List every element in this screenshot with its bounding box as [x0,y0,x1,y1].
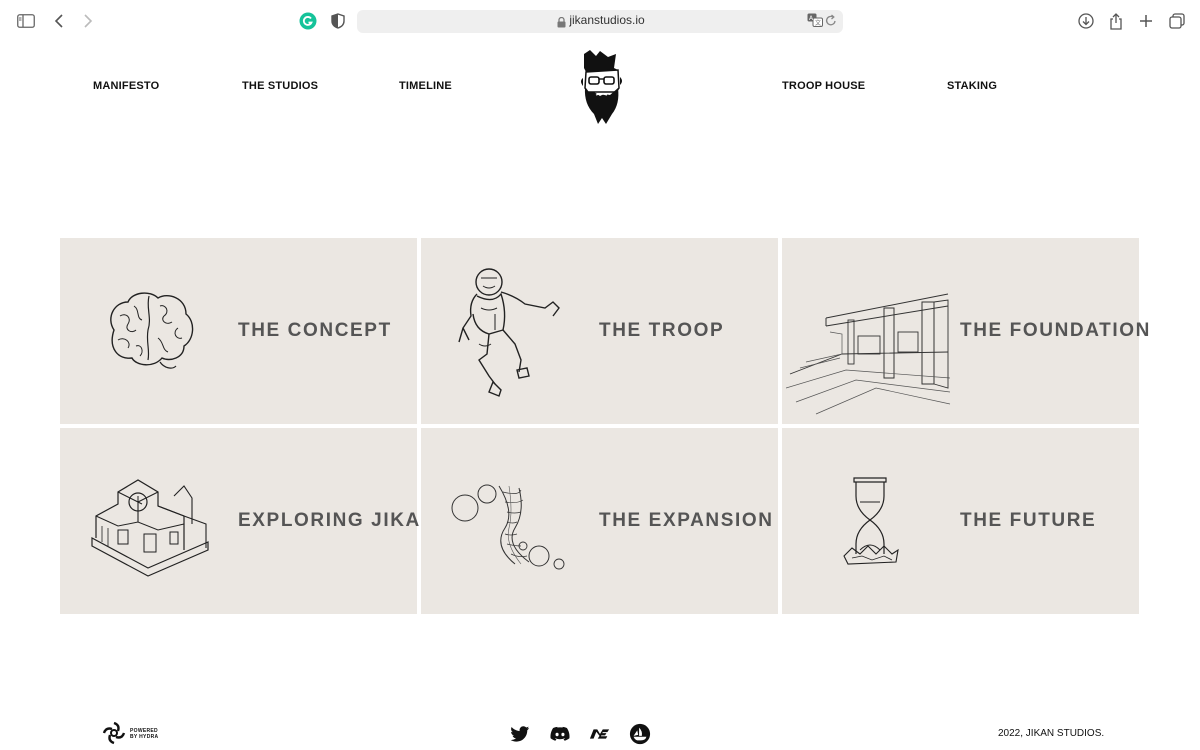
magic-eden-icon[interactable] [589,723,611,745]
download-icon[interactable] [1074,9,1098,33]
sidebar-icon[interactable] [14,9,38,33]
copyright-text: 2022, JIKAN STUDIOS. [998,728,1105,739]
svg-text:文: 文 [815,19,821,27]
wormhole-icon [449,482,573,577]
shield-icon[interactable] [326,9,350,33]
opensea-icon[interactable] [629,723,651,745]
browser-toolbar: jikanstudios.io A文 [0,0,1200,42]
card-label: THE FOUNDATION [960,320,1151,341]
powered-by-hydra[interactable]: POWERED BY HYDRA [102,721,166,747]
card-exploring-jikan[interactable]: EXPLORING JIKAN [60,428,435,614]
share-icon[interactable] [1104,9,1128,33]
translate-icon[interactable]: A文 [807,13,823,32]
temple-interior-icon [785,292,952,421]
card-the-expansion[interactable]: THE EXPANSION [421,428,778,614]
card-label: EXPLORING JIKAN [238,510,437,531]
card-label: THE CONCEPT [238,320,392,341]
url-text[interactable]: jikanstudios.io [357,13,843,27]
bearded-man-logo-icon[interactable] [574,48,628,126]
reload-icon[interactable] [825,14,837,32]
address-bar[interactable]: jikanstudios.io A文 [357,10,843,33]
card-label: THE EXPANSION [599,510,774,531]
powered-by-text: POWERED BY HYDRA [130,728,159,740]
forward-icon[interactable] [76,9,100,33]
hourglass-icon [842,474,902,573]
nav-the-studios[interactable]: THE STUDIOS [242,80,318,92]
discord-icon[interactable] [549,723,571,745]
brain-icon [102,288,196,379]
card-the-future[interactable]: THE FUTURE [782,428,1139,614]
clock-house-icon [88,472,212,589]
tabs-overview-icon[interactable] [1165,9,1189,33]
hydra-logo-icon [102,721,126,745]
twitter-icon[interactable] [509,723,531,745]
grammarly-icon[interactable] [296,9,320,33]
nav-manifesto[interactable]: MANIFESTO [93,80,159,92]
card-the-concept[interactable]: THE CONCEPT [60,238,417,424]
card-the-foundation[interactable]: THE FOUNDATION [782,238,1149,424]
running-figure-icon [449,264,573,405]
nav-staking[interactable]: STAKING [947,80,997,92]
nav-troop-house[interactable]: TROOP HOUSE [782,80,865,92]
nav-timeline[interactable]: TIMELINE [399,80,452,92]
card-label: THE FUTURE [960,510,1097,531]
card-the-troop[interactable]: THE TROOP [421,238,778,424]
new-tab-icon[interactable] [1134,9,1158,33]
back-icon[interactable] [47,9,71,33]
card-label: THE TROOP [599,320,725,341]
